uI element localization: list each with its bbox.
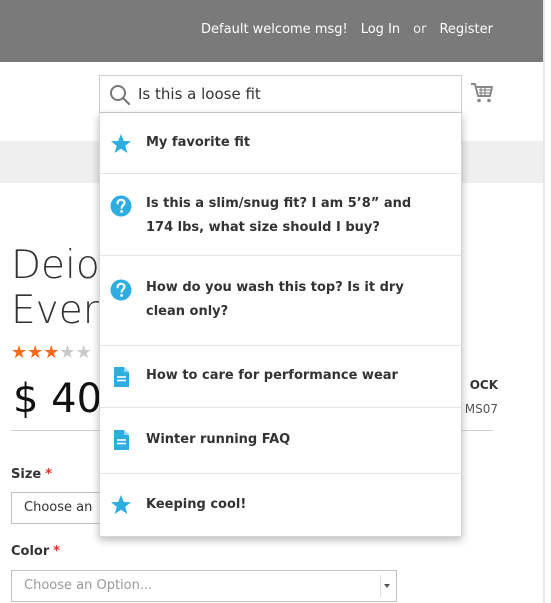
question-icon: [110, 195, 132, 217]
or-text: or: [413, 22, 427, 37]
suggestion-item[interactable]: How to care for performance wear: [100, 346, 461, 407]
suggestion-item[interactable]: Is this a slim/snug fit? I am 5’8” and 1…: [100, 174, 461, 256]
cart-icon[interactable]: [470, 82, 494, 104]
required-mark: *: [45, 467, 53, 482]
required-mark: *: [53, 544, 61, 559]
document-icon: [114, 430, 129, 450]
star-icon: [111, 495, 131, 514]
star-empty-icon: ★: [59, 342, 76, 363]
product-sku: MS07: [464, 402, 498, 416]
document-icon: [114, 367, 129, 387]
color-label-text: Color: [11, 544, 50, 559]
star-icon: ★: [27, 342, 44, 363]
search-icon: [110, 85, 131, 106]
size-select-value: Choose an: [24, 500, 93, 515]
suggestion-item[interactable]: Keeping cool!: [100, 474, 461, 536]
stock-status: OCK: [469, 378, 498, 392]
suggestion-text: Is this a slim/snug fit? I am 5’8” and 1…: [146, 196, 412, 235]
search-box: [99, 75, 462, 113]
header-links: Default welcome msg! Log In or Register: [201, 22, 493, 37]
rating-stars: ★★★★★: [11, 342, 92, 363]
suggestion-text: How to care for performance wear: [146, 368, 398, 383]
suggestion-text: Keeping cool!: [146, 497, 247, 512]
suggestion-text: How do you wash this top? Is it dry clea…: [146, 280, 404, 319]
color-label: Color *: [11, 544, 60, 559]
login-link[interactable]: Log In: [361, 22, 400, 37]
register-link[interactable]: Register: [439, 22, 493, 37]
question-icon: [110, 279, 132, 301]
suggestion-text: My favorite fit: [146, 135, 251, 150]
search-suggestions-dropdown: My favorite fit Is this a slim/snug fit?…: [99, 113, 462, 537]
suggestion-text: Winter running FAQ: [146, 432, 291, 447]
size-label: Size *: [11, 467, 52, 482]
product-price: $ 40: [13, 376, 103, 422]
suggestion-item[interactable]: Winter running FAQ: [100, 408, 461, 473]
size-label-text: Size: [11, 467, 42, 482]
top-header-bar: Default welcome msg! Log In or Register: [0, 0, 543, 62]
search-input[interactable]: [138, 76, 453, 112]
suggestion-item[interactable]: How do you wash this top? Is it dry clea…: [100, 256, 461, 346]
suggestion-item[interactable]: My favorite fit: [100, 113, 461, 173]
star-icon: ★: [11, 342, 28, 363]
star-icon: ★: [43, 342, 60, 363]
welcome-message: Default welcome msg!: [201, 22, 348, 37]
star-empty-icon: ★: [75, 342, 92, 363]
color-select-value: Choose an Option...: [24, 578, 153, 593]
star-icon: [111, 134, 131, 153]
page-edge-divider: [543, 0, 545, 603]
chevron-down-icon: [380, 575, 391, 597]
color-select[interactable]: Choose an Option...: [11, 570, 397, 602]
